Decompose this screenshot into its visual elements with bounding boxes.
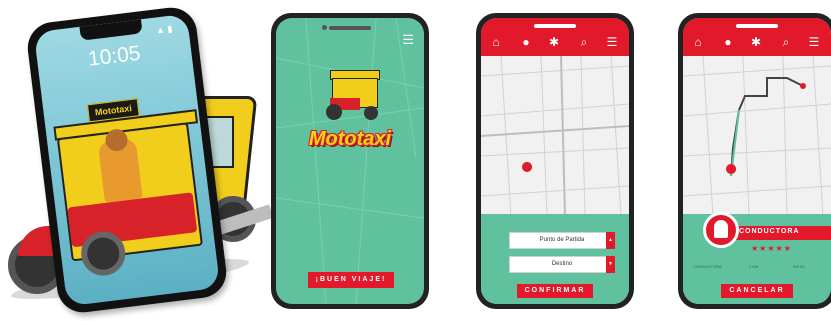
hamburger-icon[interactable]: ☰	[807, 35, 821, 49]
speaker	[534, 24, 576, 28]
trip-phone: ⌂ ● ✱ ⌕ ☰ CONDUCTORA ★★★★★ CONDUCTORA 1 …	[678, 13, 831, 309]
route-map	[683, 56, 831, 216]
booking-phone: ⌂ ● ✱ ⌕ ☰ Punto de Partida ▲ Destino ▼ C…	[476, 13, 634, 309]
pin-icon[interactable]: ●	[721, 35, 735, 49]
destination-dot	[800, 83, 806, 89]
location-marker	[726, 164, 737, 174]
hero-screen: ▲ ▮ 10:05 Mototaxi	[33, 13, 221, 307]
stat-1: CONDUCTORA	[693, 264, 722, 269]
hamburger-icon[interactable]: ☰	[402, 32, 414, 48]
lock-time: 10:05	[86, 41, 142, 71]
stat-3: S/0.00	[793, 264, 805, 269]
speaker	[736, 24, 778, 28]
hero-illustration: ▲ ▮ 10:05 Mototaxi	[0, 0, 274, 321]
notch	[79, 19, 143, 41]
hamburger-icon[interactable]: ☰	[605, 35, 619, 49]
rating-stars: ★★★★★	[751, 244, 792, 253]
hero-phone: ▲ ▮ 10:05 Mototaxi	[24, 4, 230, 316]
destination-dropdown-icon[interactable]: ▼	[606, 256, 615, 273]
search-icon[interactable]: ⌕	[577, 35, 591, 49]
top-nav: ⌂ ● ✱ ⌕ ☰	[683, 18, 831, 56]
top-nav: ⌂ ● ✱ ⌕ ☰	[481, 18, 629, 56]
street-map	[481, 56, 629, 216]
search-icon[interactable]: ⌕	[779, 35, 793, 49]
splash-phone: ☰ Mototaxi ¡BUEN VIAJE!	[271, 13, 429, 309]
destination-label: Destino	[551, 261, 573, 267]
logo-wheel-right	[364, 106, 378, 120]
stat-2: 1 KM	[749, 264, 759, 269]
pin-icon[interactable]: ●	[519, 35, 533, 49]
logo-illustration	[324, 70, 384, 122]
confirm-button[interactable]: CONFIRMAR	[517, 284, 593, 298]
route-line	[730, 77, 804, 177]
splash-screen: ☰ Mototaxi ¡BUEN VIAJE!	[276, 18, 424, 304]
pickup-label: Punto de Partida	[539, 237, 585, 243]
trip-panel: CONDUCTORA ★★★★★ CONDUCTORA 1 KM S/0.00 …	[683, 212, 831, 304]
gear-icon[interactable]: ✱	[749, 35, 763, 49]
booking-screen: ⌂ ● ✱ ⌕ ☰ Punto de Partida ▲ Destino ▼ C…	[481, 18, 629, 304]
destination-field[interactable]: Destino ▼	[509, 256, 615, 273]
logo-wheel-left	[326, 104, 342, 120]
signal-icon: ▲ ▮	[155, 23, 173, 36]
home-icon[interactable]: ⌂	[489, 35, 503, 49]
brand-wordmark: Mototaxi	[308, 128, 392, 150]
trip-screen: ⌂ ● ✱ ⌕ ☰ CONDUCTORA ★★★★★ CONDUCTORA 1 …	[683, 18, 831, 304]
buen-viaje-button[interactable]: ¡BUEN VIAJE!	[308, 272, 394, 288]
cancel-button[interactable]: CANCELAR	[721, 284, 793, 298]
location-marker	[522, 162, 533, 172]
pickup-dropdown-icon[interactable]: ▲	[606, 232, 615, 249]
gear-icon[interactable]: ✱	[547, 35, 561, 49]
avatar-person-icon	[714, 220, 728, 238]
booking-panel: Punto de Partida ▲ Destino ▼ CONFIRMAR	[481, 214, 629, 304]
driver-label: CONDUCTORA	[739, 228, 800, 235]
pickup-field[interactable]: Punto de Partida ▲	[509, 232, 615, 249]
home-icon[interactable]: ⌂	[691, 35, 705, 49]
map-pattern	[276, 18, 424, 304]
